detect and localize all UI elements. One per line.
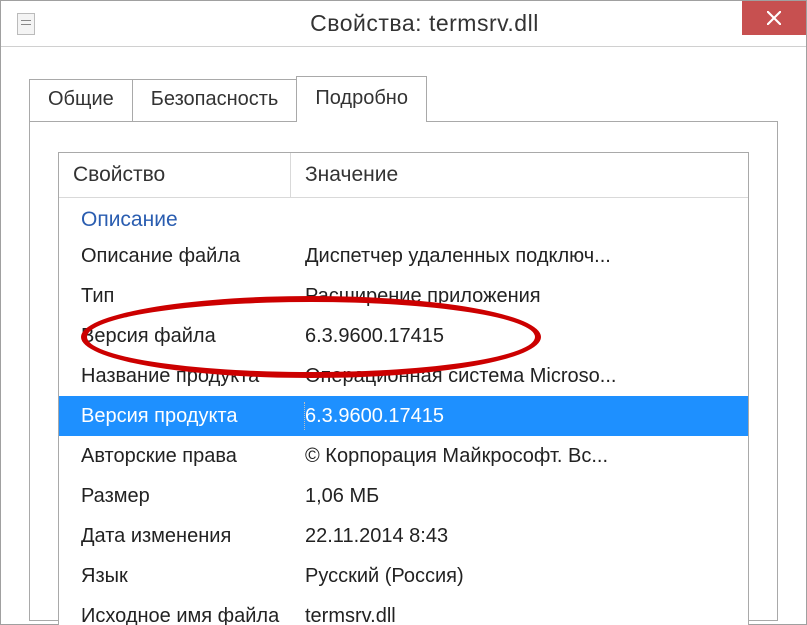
list-row[interactable]: Язык Русский (Россия) (59, 556, 748, 596)
prop-cell: Версия файла (81, 322, 305, 350)
list-row[interactable]: Авторские права © Корпорация Майкрософт.… (59, 436, 748, 476)
list-row[interactable]: Версия продукта 6.3.9600.17415 (59, 396, 748, 436)
val-cell: © Корпорация Майкрософт. Вс... (305, 442, 748, 470)
column-label: Значение (305, 163, 398, 186)
properties-window: Свойства: termsrv.dll Общие Безопасность… (0, 0, 807, 625)
prop-cell: Язык (81, 562, 305, 590)
list-header: Свойство Значение (59, 153, 748, 198)
val-cell: 22.11.2014 8:43 (305, 522, 748, 550)
val-cell: Расширение приложения (305, 282, 748, 310)
val-cell: 6.3.9600.17415 (305, 402, 748, 430)
file-icon (17, 13, 35, 35)
column-value[interactable]: Значение (291, 153, 748, 197)
val-cell: termsrv.dll (305, 602, 748, 625)
prop-cell: Тип (81, 282, 305, 310)
tab-security[interactable]: Безопасность (132, 79, 298, 122)
list-row[interactable]: Название продукта Операционная система M… (59, 356, 748, 396)
tab-label: Подробно (315, 87, 408, 109)
tab-details[interactable]: Подробно (296, 76, 427, 122)
val-cell: Русский (Россия) (305, 562, 748, 590)
column-property[interactable]: Свойство (59, 153, 291, 197)
prop-cell: Авторские права (81, 442, 305, 470)
prop-cell: Размер (81, 482, 305, 510)
details-panel: Свойство Значение Описание Описание файл… (29, 121, 778, 621)
val-cell: 1,06 МБ (305, 482, 748, 510)
prop-cell: Версия продукта (81, 402, 305, 430)
window-title: Свойства: termsrv.dll (43, 10, 806, 37)
list-row[interactable]: Описание файла Диспетчер удаленных подкл… (59, 236, 748, 276)
prop-cell: Исходное имя файла (81, 602, 305, 625)
close-icon (767, 11, 781, 25)
titlebar: Свойства: termsrv.dll (1, 1, 806, 47)
val-cell: Операционная система Microso... (305, 362, 748, 390)
column-label: Свойство (73, 163, 165, 186)
prop-cell: Название продукта (81, 362, 305, 390)
list-row[interactable]: Исходное имя файла termsrv.dll (59, 596, 748, 625)
list-body: Описание Описание файла Диспетчер удален… (59, 198, 748, 625)
prop-cell: Дата изменения (81, 522, 305, 550)
tab-general[interactable]: Общие (29, 79, 133, 122)
property-list: Свойство Значение Описание Описание файл… (58, 152, 749, 625)
list-row[interactable]: Тип Расширение приложения (59, 276, 748, 316)
list-row[interactable]: Размер 1,06 МБ (59, 476, 748, 516)
val-cell: 6.3.9600.17415 (305, 322, 748, 350)
close-button[interactable] (742, 1, 806, 35)
tab-strip: Общие Безопасность Подробно (1, 75, 806, 122)
list-row[interactable]: Дата изменения 22.11.2014 8:43 (59, 516, 748, 556)
section-header: Описание (59, 198, 748, 236)
tab-label: Общие (48, 88, 114, 110)
val-cell: Диспетчер удаленных подключ... (305, 242, 748, 270)
prop-cell: Описание файла (81, 242, 305, 270)
list-row[interactable]: Версия файла 6.3.9600.17415 (59, 316, 748, 356)
tab-label: Безопасность (151, 88, 279, 110)
